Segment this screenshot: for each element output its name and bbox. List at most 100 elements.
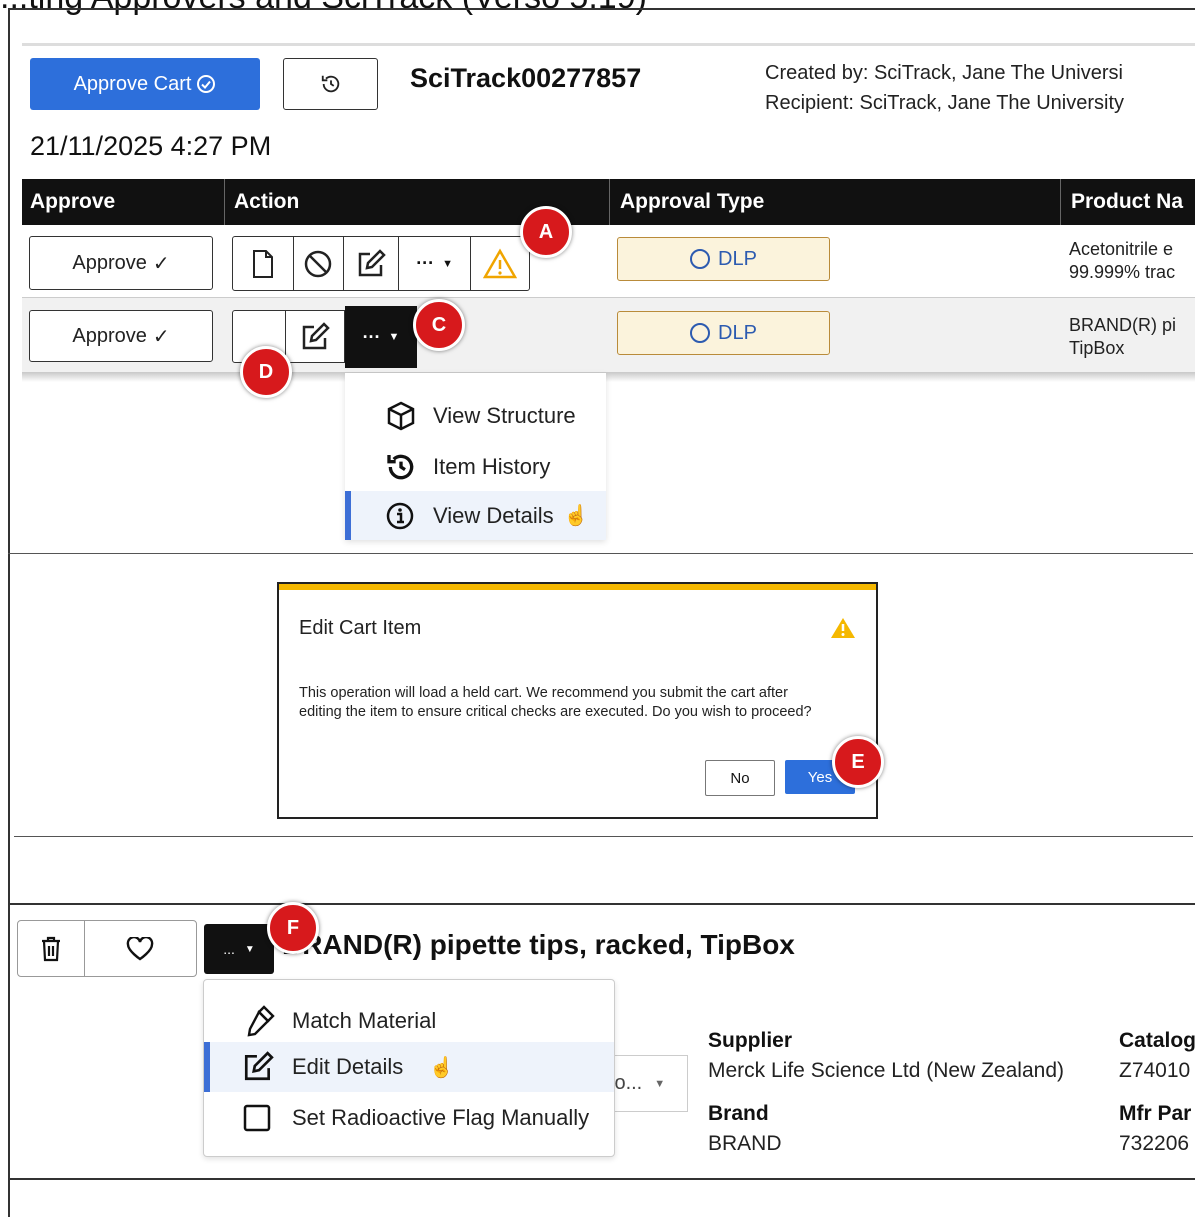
trash-icon bbox=[41, 936, 60, 961]
check-circle-icon bbox=[197, 75, 216, 93]
menu-item-label: Set Radioactive Flag Manually bbox=[292, 1105, 590, 1130]
menu-item-match-material[interactable]: Match Material bbox=[204, 997, 614, 1045]
col-approval-type: Approval Type bbox=[620, 190, 765, 213]
dialog-body: This operation will load a held cart. We… bbox=[299, 684, 812, 722]
history-icon bbox=[321, 75, 339, 93]
heart-icon bbox=[127, 936, 154, 960]
approve-row-button[interactable]: Approve ✓ bbox=[29, 310, 213, 362]
supplier-value: Merck Life Science Ltd (New Zealand) bbox=[708, 1059, 1064, 1082]
highlight-bar bbox=[204, 1042, 210, 1092]
approve-label: Approve bbox=[72, 324, 147, 347]
cart-id: SciTrack00277857 bbox=[410, 63, 642, 93]
cart-meta: Created by: SciTrack, Jane The Universi … bbox=[765, 58, 1195, 118]
frame-top bbox=[8, 8, 1195, 10]
dialog-title: Edit Cart Item bbox=[299, 617, 422, 639]
pipette-icon bbox=[247, 1005, 275, 1037]
check-icon: ✓ bbox=[152, 325, 170, 348]
product-name: BRAND(R) pi TipBox bbox=[1069, 314, 1195, 360]
item-more-dropdown[interactable]: ... ▼ bbox=[204, 924, 274, 974]
warning-icon bbox=[831, 618, 855, 638]
approval-type-badge: DLP bbox=[617, 311, 830, 355]
history-icon bbox=[387, 454, 414, 480]
approve-cart-label: Approve Cart bbox=[73, 72, 192, 95]
frame-left bbox=[8, 8, 10, 1217]
col-product-name: Product Na bbox=[1071, 190, 1184, 213]
menu-item-set-radioactive-flag[interactable]: Set Radioactive Flag Manually bbox=[204, 1094, 614, 1142]
check-icon: ✓ bbox=[152, 252, 170, 275]
edit-button[interactable] bbox=[344, 237, 399, 290]
hand-cursor-icon: ☝ bbox=[429, 1056, 455, 1079]
table-header: Approve Action Approval Type Product Na bbox=[22, 179, 1195, 225]
more-label: ··· bbox=[362, 326, 381, 347]
edit-icon bbox=[358, 248, 386, 276]
menu-item-view-structure[interactable]: View Structure bbox=[345, 392, 606, 440]
menu-item-label: Match Material bbox=[292, 1008, 437, 1033]
product-line: 99.999% trac bbox=[1069, 262, 1176, 282]
approval-type-label: DLP bbox=[718, 321, 757, 344]
menu-item-edit-details[interactable]: Edit Details ☝ bbox=[204, 1042, 614, 1092]
menu-item-label: Item History bbox=[433, 454, 551, 479]
no-button[interactable]: No bbox=[705, 760, 775, 796]
highlight-bar bbox=[345, 491, 351, 540]
menu-item-view-details[interactable]: View Details ☝ bbox=[345, 491, 606, 540]
mfr-part-value: 732206 bbox=[1119, 1132, 1190, 1155]
product-line: TipBox bbox=[1069, 338, 1125, 358]
reject-button[interactable] bbox=[294, 237, 345, 290]
cube-icon bbox=[387, 401, 415, 431]
warning-bar bbox=[279, 584, 876, 590]
more-label: ... bbox=[223, 941, 235, 957]
caret-down-icon: ▼ bbox=[654, 1077, 666, 1090]
created-by: Created by: SciTrack, Jane The Universi bbox=[765, 62, 1123, 84]
row-shadow bbox=[22, 372, 1195, 382]
action-group: ··· ▼ bbox=[232, 236, 530, 291]
more-dropdown-open[interactable]: ··· ▼ bbox=[345, 306, 417, 368]
callout-badge-c: C bbox=[413, 299, 465, 351]
divider-1 bbox=[8, 553, 1193, 554]
approve-label: Approve bbox=[72, 251, 147, 274]
col-action: Action bbox=[234, 190, 300, 213]
document-icon bbox=[252, 249, 273, 278]
dialog-body-line: editing the item to ensure critical chec… bbox=[299, 704, 812, 720]
callout-badge-f: F bbox=[267, 902, 319, 954]
edit-icon bbox=[244, 1051, 274, 1081]
warning-button[interactable] bbox=[471, 237, 529, 290]
approve-cart-button[interactable]: Approve Cart bbox=[30, 58, 260, 110]
more-dropdown[interactable]: ··· ▼ bbox=[399, 237, 472, 290]
caret-down-icon: ▼ bbox=[244, 943, 255, 955]
item-action-group bbox=[17, 920, 197, 977]
document-button[interactable] bbox=[233, 237, 294, 290]
approval-type-label: DLP bbox=[718, 247, 757, 270]
approve-row-button[interactable]: Approve ✓ bbox=[29, 236, 213, 290]
menu-item-label: View Structure bbox=[433, 403, 576, 428]
warning-icon bbox=[483, 247, 518, 278]
hand-cursor-icon: ☝ bbox=[563, 505, 589, 527]
row-more-menu: View Structure Item History View Details… bbox=[345, 373, 606, 540]
history-button[interactable] bbox=[283, 58, 378, 110]
favorite-button[interactable] bbox=[85, 921, 196, 976]
mfr-part-label: Mfr Par bbox=[1119, 1102, 1192, 1125]
product-line: BRAND(R) pi bbox=[1069, 315, 1177, 335]
item-title: BRAND(R) pipette tips, racked, TipBox bbox=[282, 929, 795, 960]
cart-date: 21/11/2025 4:27 PM bbox=[30, 131, 272, 161]
menu-item-item-history[interactable]: Item History bbox=[345, 443, 606, 491]
product-name: Acetonitrile e 99.999% trac bbox=[1069, 238, 1195, 284]
edit-button[interactable] bbox=[286, 311, 345, 362]
circle-icon bbox=[690, 323, 711, 343]
edit-cart-item-dialog: Edit Cart Item This operation will load … bbox=[277, 582, 878, 819]
catalog-label: Catalog bbox=[1119, 1029, 1195, 1052]
brand-label: Brand bbox=[708, 1102, 769, 1125]
approval-type-badge: DLP bbox=[617, 237, 830, 281]
brand-value: BRAND bbox=[708, 1132, 782, 1155]
catalog-value: Z74010 bbox=[1119, 1059, 1191, 1082]
callout-badge-e: E bbox=[832, 736, 884, 788]
product-line: Acetonitrile e bbox=[1069, 239, 1174, 259]
dialog-body-line: This operation will load a held cart. We… bbox=[299, 685, 788, 701]
supplier-label: Supplier bbox=[708, 1029, 793, 1052]
callout-badge-a: A bbox=[520, 206, 572, 258]
more-label: ··· bbox=[416, 253, 435, 273]
col-approve: Approve bbox=[30, 190, 116, 213]
item-more-menu: Match Material Edit Details ☝ Set Radioa… bbox=[203, 979, 615, 1157]
delete-button[interactable] bbox=[18, 921, 85, 976]
section-top-border bbox=[22, 43, 1195, 46]
info-icon bbox=[386, 502, 414, 529]
